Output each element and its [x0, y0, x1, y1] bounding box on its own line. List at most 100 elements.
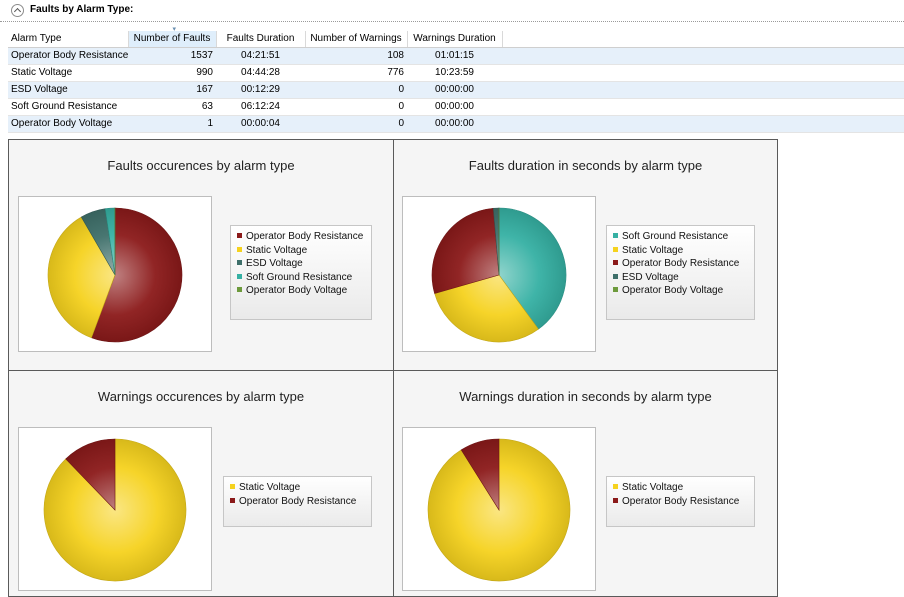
cell-faults-duration: 04:44:28	[216, 64, 305, 82]
legend-label: Static Voltage	[622, 482, 684, 493]
legend-item-static-voltage: Static Voltage	[230, 481, 365, 495]
cell-number-of-faults: 167	[128, 81, 216, 99]
legend-label: Static Voltage	[239, 482, 301, 493]
legend-item-static-voltage: Static Voltage	[613, 481, 748, 495]
cell-number-of-warnings: 0	[305, 98, 407, 116]
pie-chart	[427, 438, 571, 582]
cell-number-of-faults: 63	[128, 98, 216, 116]
cell-alarm-type: Soft Ground Resistance	[8, 98, 128, 116]
legend-label: ESD Voltage	[622, 271, 679, 283]
legend-label: Operator Body Resistance	[246, 231, 364, 242]
column-header-alarm-type[interactable]: Alarm Type	[8, 31, 129, 48]
cell-alarm-type: ESD Voltage	[8, 81, 128, 99]
cell-alarm-type: Static Voltage	[8, 64, 128, 82]
table-row[interactable]: Static Voltage 990 04:44:28 776 10:23:59	[8, 64, 904, 82]
legend-swatch	[237, 260, 242, 265]
column-header-number-of-faults[interactable]: Number of Faults	[128, 25, 217, 48]
cell-filler	[502, 115, 904, 133]
cell-warnings-duration: 10:23:59	[407, 64, 502, 82]
cell-warnings-duration: 00:00:00	[407, 81, 502, 99]
legend-label: Operator Body Resistance	[622, 258, 740, 269]
chart-title: Warnings occurences by alarm type	[97, 389, 305, 404]
collapse-section-icon[interactable]	[11, 4, 24, 17]
legend-label: Operator Body Resistance	[239, 495, 357, 507]
cell-filler	[502, 98, 904, 116]
column-header-faults-duration[interactable]: Faults Duration	[216, 31, 306, 48]
column-header-filler	[502, 31, 904, 48]
chart-title: Warnings duration in seconds by alarm ty…	[459, 389, 712, 404]
warnings-occurrences-chart-panel: Warnings occurences by alarm type Static…	[8, 370, 394, 597]
chart-title: Faults occurences by alarm type	[107, 158, 295, 173]
chart-legend: Operator Body Resistance Static Voltage ES…	[230, 225, 372, 320]
legend-label: Static Voltage	[246, 244, 308, 256]
legend-swatch	[230, 497, 235, 503]
legend-label: Operator Body Resistance	[622, 495, 740, 507]
table-row[interactable]: Operator Body Voltage 1 00:00:04 0 00:00…	[8, 115, 904, 133]
pie-chart	[431, 207, 567, 343]
column-header-number-of-warnings[interactable]: Number of Warnings	[305, 31, 408, 48]
cell-warnings-duration: 01:01:15	[407, 47, 502, 65]
legend-item-static-voltage: Static Voltage	[237, 244, 365, 258]
legend-swatch	[613, 246, 618, 252]
cell-number-of-warnings: 0	[305, 115, 407, 133]
legend-swatch	[237, 287, 242, 292]
legend-item-operator-body-resistance: Operator Body Resistance	[230, 495, 365, 509]
legend-item-soft-ground-resistance: Soft Ground Resistance	[237, 271, 365, 285]
table-row[interactable]: Soft Ground Resistance 63 06:12:24 0 00:…	[8, 98, 904, 116]
warnings-duration-chart-panel: Warnings duration in seconds by alarm ty…	[393, 370, 778, 597]
chart-title: Faults duration in seconds by alarm type	[468, 158, 703, 173]
pie-chart	[43, 438, 187, 582]
section-header: Faults by Alarm Type:	[0, 0, 904, 22]
cell-faults-duration: 06:12:24	[216, 98, 305, 116]
cell-faults-duration: 00:00:04	[216, 115, 305, 133]
pie-chart	[47, 207, 183, 343]
legend-label: Soft Ground Resistance	[622, 231, 729, 242]
legend-swatch	[237, 233, 242, 238]
legend-item-operator-body-voltage: Operator Body Voltage	[237, 284, 365, 298]
legend-swatch	[613, 273, 618, 279]
legend-swatch	[613, 497, 618, 503]
cell-number-of-faults: 1537	[128, 47, 216, 65]
cell-warnings-duration: 00:00:00	[407, 98, 502, 116]
legend-item-operator-body-resistance: Operator Body Resistance	[613, 495, 748, 509]
cell-alarm-type: Operator Body Voltage	[8, 115, 128, 133]
cell-number-of-faults: 990	[128, 64, 216, 82]
legend-item-operator-body-resistance: Operator Body Resistance	[237, 230, 365, 244]
legend-swatch	[237, 273, 242, 279]
legend-swatch	[613, 260, 618, 265]
pie-plot-area	[402, 196, 596, 352]
cell-number-of-warnings: 776	[305, 64, 407, 82]
pie-plot-area	[18, 427, 212, 591]
legend-swatch	[613, 287, 618, 292]
legend-swatch	[237, 246, 242, 252]
cell-number-of-warnings: 108	[305, 47, 407, 65]
cell-faults-duration: 04:21:51	[216, 47, 305, 65]
legend-label: ESD Voltage	[246, 258, 303, 269]
cell-alarm-type: Operator Body Resistance	[8, 47, 128, 65]
cell-faults-duration: 00:12:29	[216, 81, 305, 99]
chart-legend: Static Voltage Operator Body Resistance	[606, 476, 755, 527]
legend-item-operator-body-resistance: Operator Body Resistance	[613, 257, 748, 271]
legend-swatch	[230, 484, 235, 489]
legend-label: Operator Body Voltage	[622, 285, 724, 296]
legend-label: Static Voltage	[622, 244, 684, 256]
table-row[interactable]: Operator Body Resistance 1537 04:21:51 1…	[8, 47, 904, 65]
legend-label: Operator Body Voltage	[246, 285, 348, 296]
section-title: Faults by Alarm Type:	[30, 4, 134, 15]
legend-item-soft-ground-resistance: Soft Ground Resistance	[613, 230, 748, 244]
table-row[interactable]: ESD Voltage 167 00:12:29 0 00:00:00	[8, 81, 904, 99]
legend-swatch	[613, 484, 618, 489]
column-header-warnings-duration[interactable]: Warnings Duration	[407, 31, 503, 48]
legend-item-esd-voltage: ESD Voltage	[613, 271, 748, 285]
chart-legend: Static Voltage Operator Body Resistance	[223, 476, 372, 527]
cell-filler	[502, 64, 904, 82]
legend-item-operator-body-voltage: Operator Body Voltage	[613, 284, 748, 298]
cell-number-of-warnings: 0	[305, 81, 407, 99]
legend-item-static-voltage: Static Voltage	[613, 244, 748, 258]
pie-plot-area	[18, 196, 212, 352]
cell-warnings-duration: 00:00:00	[407, 115, 502, 133]
cell-filler	[502, 81, 904, 99]
cell-number-of-faults: 1	[128, 115, 216, 133]
faults-duration-chart-panel: Faults duration in seconds by alarm type…	[393, 139, 778, 371]
legend-item-esd-voltage: ESD Voltage	[237, 257, 365, 271]
